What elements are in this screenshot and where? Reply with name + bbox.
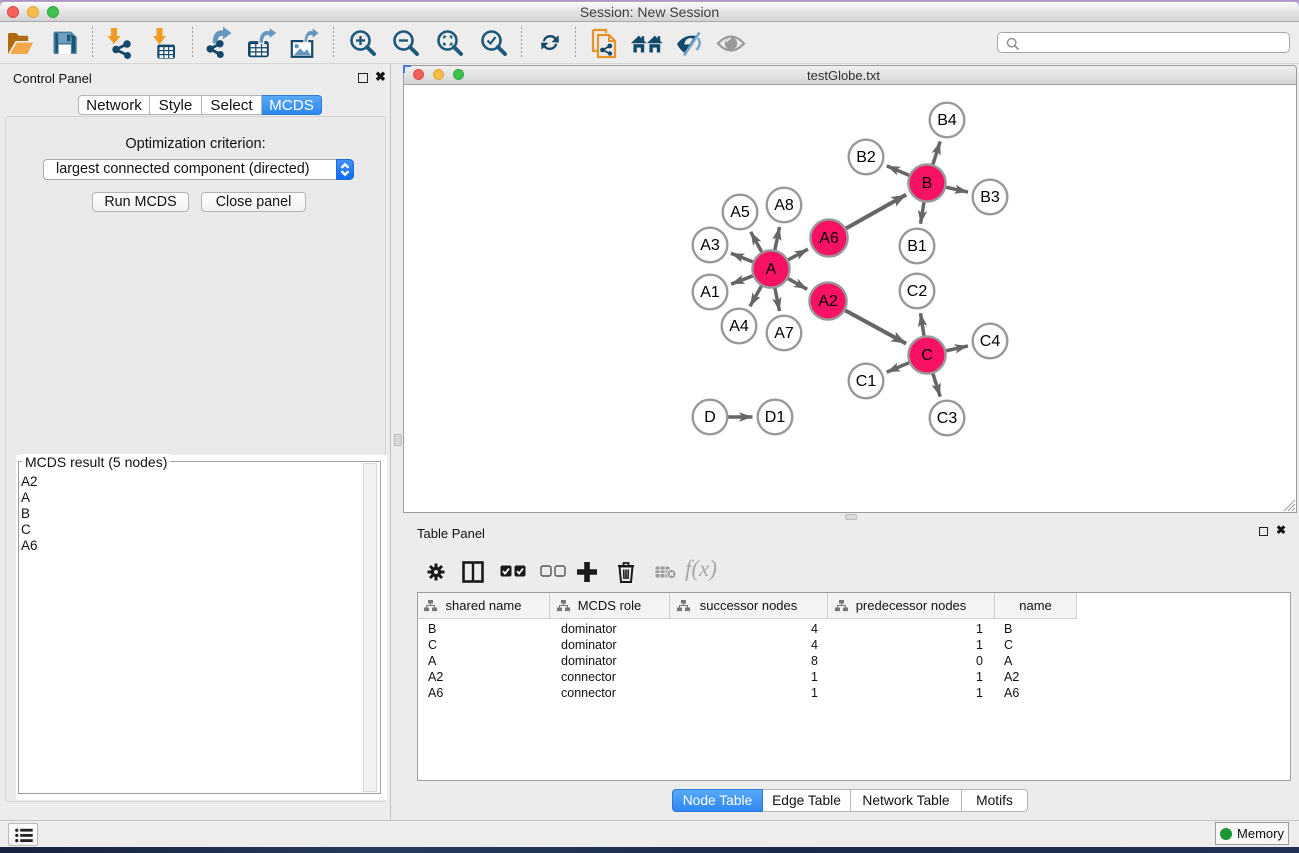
- svg-text:D: D: [704, 409, 716, 426]
- svg-text:A7: A7: [774, 325, 794, 342]
- svg-text:C2: C2: [907, 283, 928, 300]
- svg-text:B1: B1: [907, 238, 927, 255]
- svg-text:A: A: [766, 261, 777, 278]
- svg-text:A2: A2: [818, 293, 838, 310]
- svg-text:C3: C3: [937, 410, 958, 427]
- svg-text:B: B: [922, 175, 933, 192]
- svg-text:A5: A5: [730, 204, 750, 221]
- svg-text:C4: C4: [980, 333, 1001, 350]
- svg-text:C: C: [921, 347, 933, 364]
- svg-text:B4: B4: [937, 112, 957, 129]
- svg-text:A1: A1: [700, 284, 720, 301]
- svg-text:C1: C1: [856, 373, 877, 390]
- svg-text:A4: A4: [729, 318, 749, 335]
- svg-text:A3: A3: [700, 237, 720, 254]
- svg-text:A8: A8: [774, 197, 794, 214]
- svg-text:B3: B3: [980, 189, 1000, 206]
- svg-text:D1: D1: [765, 409, 786, 426]
- svg-text:B2: B2: [856, 149, 876, 166]
- svg-text:A6: A6: [819, 230, 839, 247]
